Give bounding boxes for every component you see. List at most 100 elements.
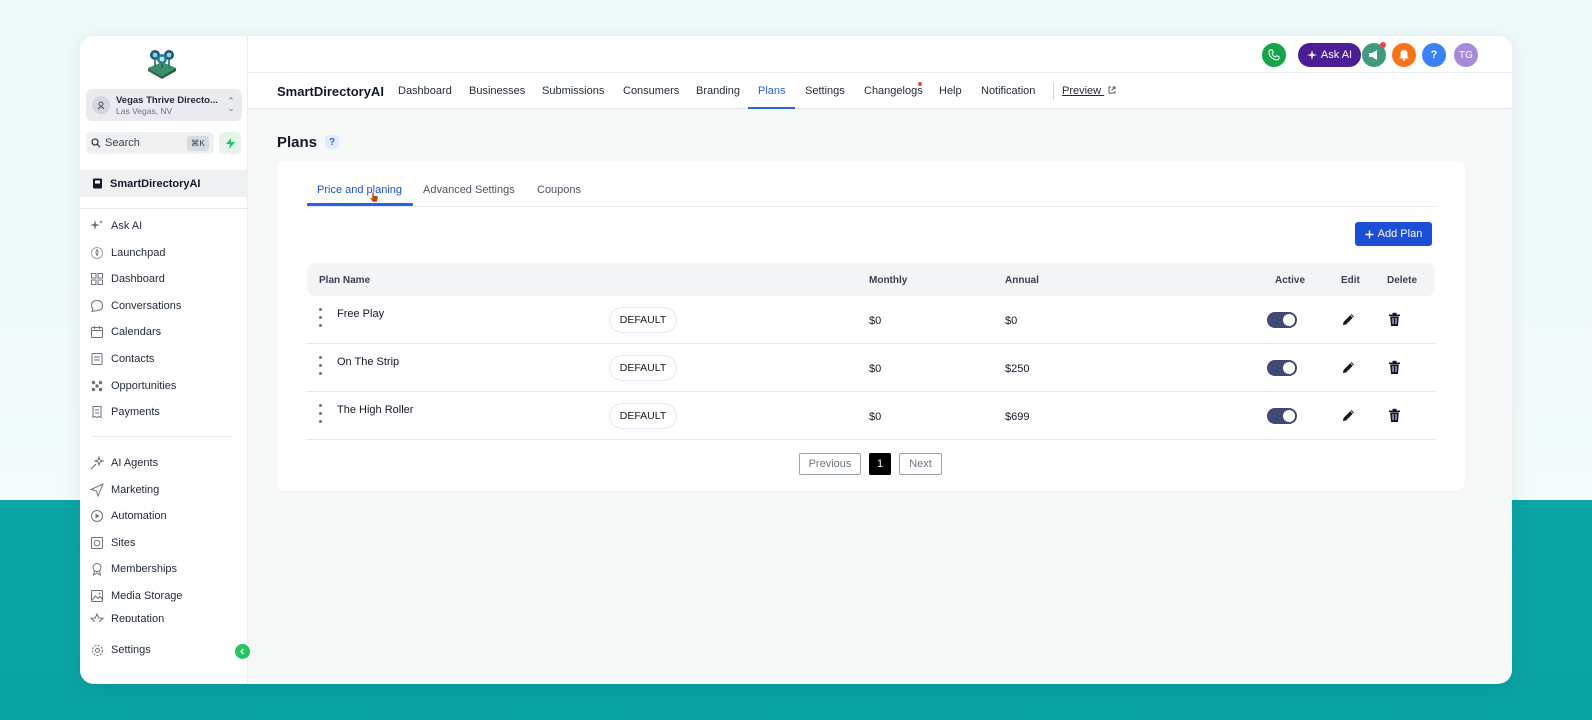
pencil-icon [1342,361,1354,373]
sidebar-item-automation[interactable]: Automation [90,506,240,526]
sidebar-item-payments[interactable]: Payments [90,402,240,422]
sidebar-item-contacts[interactable]: Contacts [90,349,240,369]
location-icon [92,96,110,114]
tab-price-and-planing[interactable]: Price and planing [317,184,402,196]
next-page-button[interactable]: Next [899,453,942,475]
drag-handle-icon[interactable] [319,356,323,380]
sidebar-item-label: Media Storage [111,590,183,602]
subnav-preview[interactable]: Preview [1062,85,1116,97]
subnav-branding[interactable]: Branding [696,85,740,97]
delete-button[interactable] [1385,406,1403,424]
header-annual: Annual [1005,275,1039,286]
sidebar-item-reputation[interactable]: Reputation [90,612,240,622]
sub-navigation: SmartDirectoryAI Dashboard Businesses Su… [248,73,1512,109]
sidebar-item-marketing[interactable]: Marketing [90,480,240,500]
sidebar-item-label: SmartDirectoryAI [110,177,201,190]
tab-coupons[interactable]: Coupons [537,184,581,196]
active-tab-indicator [307,203,413,206]
plans-card: Price and planing Advanced Settings Coup… [277,161,1465,491]
sidebar-item-ai-agents[interactable]: AI Agents [90,453,240,473]
trash-icon [1388,312,1400,326]
grid-icon [90,272,104,286]
delete-button[interactable] [1385,358,1403,376]
annual-price: $250 [1005,363,1030,375]
table-row: Free Play DEFAULT $0 $0 [307,296,1435,344]
header-monthly: Monthly [869,275,908,286]
sidebar-item-launchpad[interactable]: Launchpad [90,243,240,263]
divider [1053,82,1054,100]
subnav-dashboard[interactable]: Dashboard [398,85,452,97]
phone-button[interactable] [1262,43,1286,67]
trash-icon [1388,360,1400,374]
search-input[interactable]: Search ⌘K [86,132,214,154]
subnav-businesses[interactable]: Businesses [469,85,525,97]
add-plan-label: Add Plan [1377,228,1423,240]
add-plan-button[interactable]: Add Plan [1355,222,1432,246]
plan-name: The High Roller [337,404,414,416]
sidebar-item-label: Launchpad [111,246,166,259]
bolt-icon [225,137,235,149]
changelog-dot [918,82,922,86]
preview-label: Preview [1062,85,1102,97]
table-row: The High Roller DEFAULT $0 $699 [307,392,1435,440]
quick-action-button[interactable] [219,132,241,154]
divider [80,208,248,209]
subnav-consumers[interactable]: Consumers [623,85,679,97]
collapse-sidebar-button[interactable] [235,644,250,659]
globe-icon [90,536,104,550]
subnav-help[interactable]: Help [939,85,962,97]
ai-agents-icon [90,456,104,470]
active-tab-indicator [748,107,795,109]
subnav-notification[interactable]: Notification [981,85,1035,97]
location-switcher[interactable]: Vegas Thrive Directo... Las Vegas, NV ⌃ ⌄ [86,89,242,121]
sidebar-item-label: Payments [111,406,160,419]
sidebar-item-label: Calendars [111,326,162,339]
sidebar-item-label: Sites [111,536,136,549]
subnav-changelogs[interactable]: Changelogs [864,85,923,97]
page-help-button[interactable]: ? [325,135,339,149]
chat-bubble-icon [90,299,104,313]
current-page-button[interactable]: 1 [869,453,891,475]
help-button[interactable]: ? [1422,43,1446,67]
sidebar-item-conversations[interactable]: Conversations [90,296,240,316]
monthly-price: $0 [869,363,882,375]
cursor-hand-icon [369,191,379,203]
brand-title: SmartDirectoryAI [277,84,384,99]
sidebar-item-smartdirectoryai[interactable]: SmartDirectoryAI [80,170,248,197]
sidebar-item-memberships[interactable]: Memberships [90,559,240,579]
top-bar: Ask AI ? TG [248,36,1512,73]
pencil-icon [1342,313,1354,325]
annual-price: $699 [1005,411,1030,423]
notifications-button[interactable] [1392,43,1416,67]
sidebar-item-label: Reputation [111,612,165,622]
chevron-updown-icon: ⌃ ⌄ [227,96,235,113]
sidebar-item-media-storage[interactable]: Media Storage [90,586,240,606]
sidebar-item-sites[interactable]: Sites [90,533,240,553]
sidebar-item-dashboard[interactable]: Dashboard [90,269,240,289]
edit-button[interactable] [1339,358,1357,376]
sidebar-item-ask-ai[interactable]: Ask AI [90,216,240,236]
user-avatar[interactable]: TG [1454,43,1478,67]
sidebar-item-settings[interactable]: Settings [90,640,240,660]
ask-ai-button[interactable]: Ask AI [1298,43,1361,67]
search-label: Search [105,137,140,149]
edit-button[interactable] [1339,406,1357,424]
rocket-icon [90,246,104,260]
tab-advanced-settings[interactable]: Advanced Settings [423,184,515,196]
subnav-settings[interactable]: Settings [805,85,845,97]
sidebar-item-opportunities[interactable]: Opportunities [90,376,240,396]
active-toggle[interactable] [1267,312,1297,328]
subnav-plans[interactable]: Plans [758,85,786,97]
subnav-submissions[interactable]: Submissions [542,85,604,97]
delete-button[interactable] [1385,310,1403,328]
header-delete: Delete [1387,275,1418,286]
active-toggle[interactable] [1267,360,1297,376]
drag-handle-icon[interactable] [319,308,323,332]
previous-page-button[interactable]: Previous [799,453,861,475]
drag-handle-icon[interactable] [319,404,323,428]
award-icon [90,562,104,577]
active-toggle[interactable] [1267,408,1297,424]
edit-button[interactable] [1339,310,1357,328]
plan-name: Free Play [337,308,385,320]
sidebar-item-calendars[interactable]: Calendars [90,322,240,342]
